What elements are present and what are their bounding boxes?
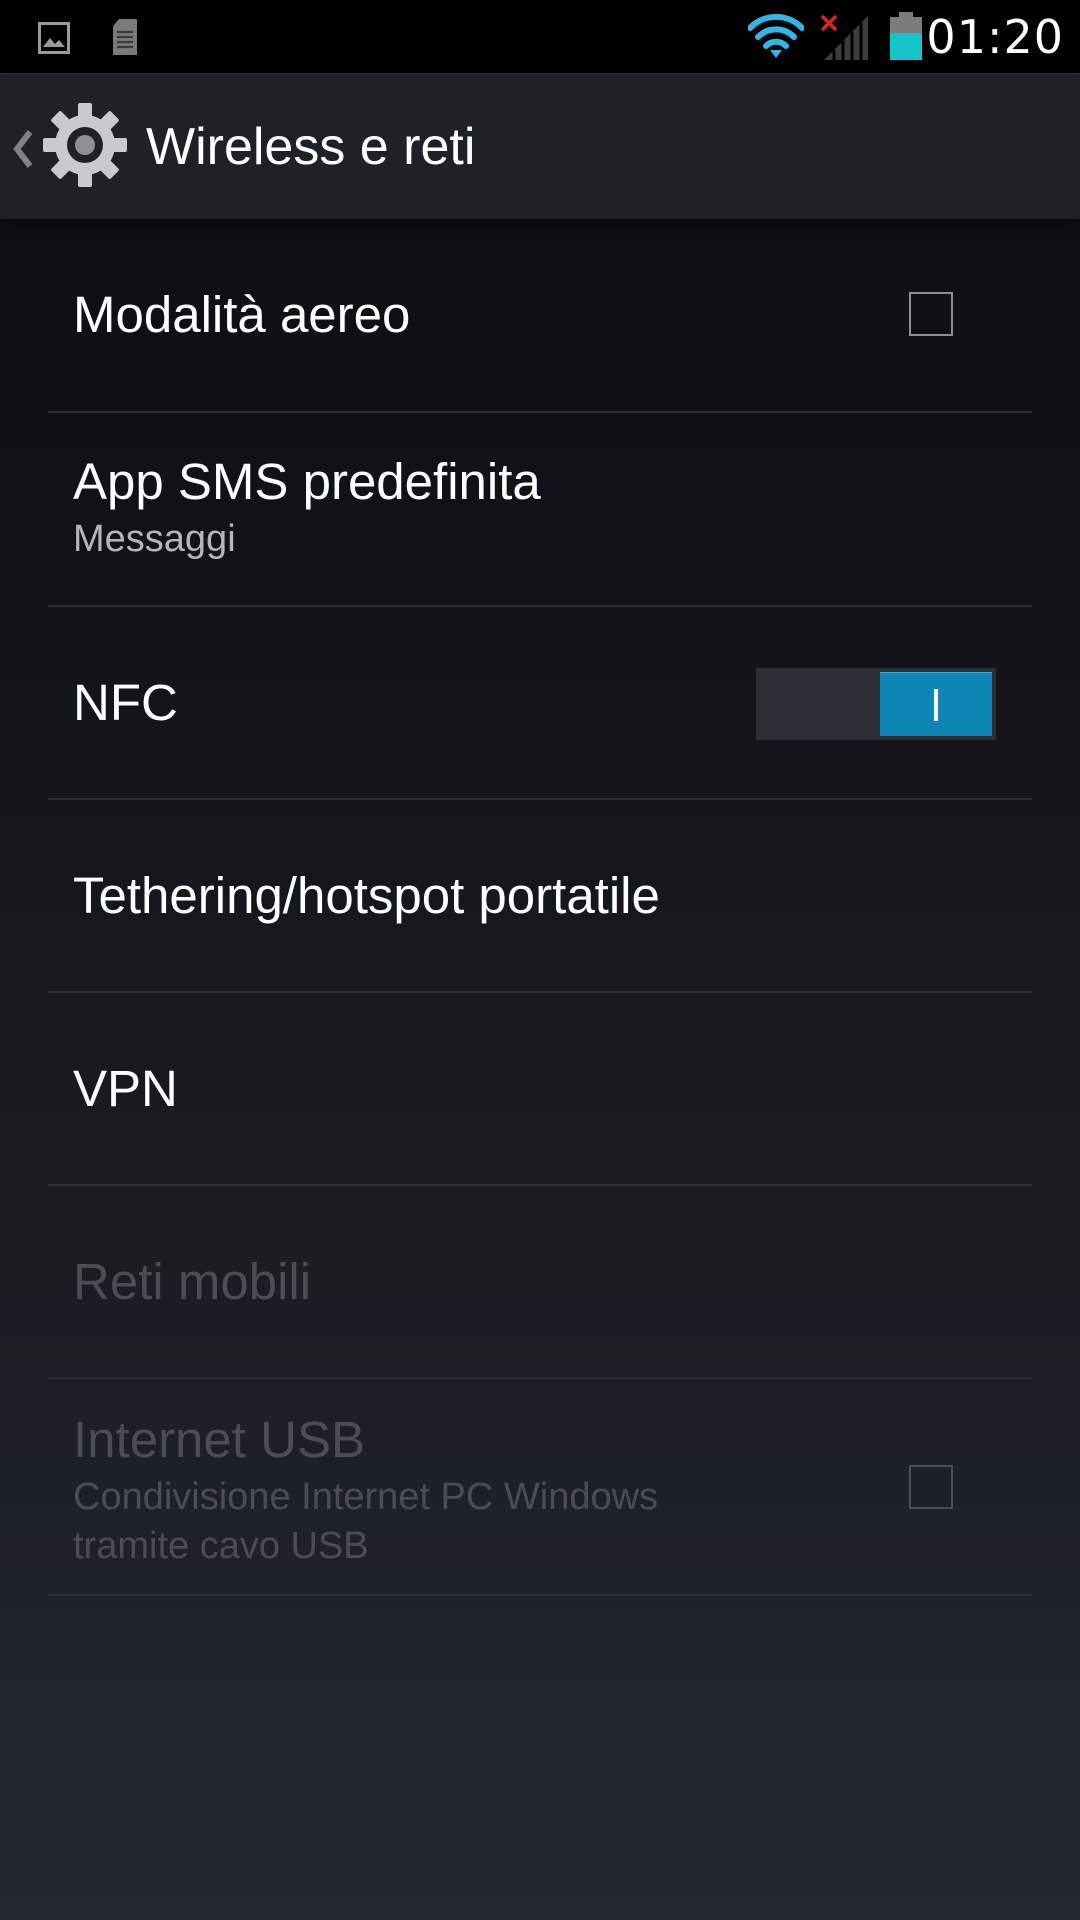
clock-time: 01:20 — [926, 10, 1064, 64]
pref-title: Tethering/hotspot portatile — [73, 867, 660, 924]
pref-usb-internet: Internet USB Condivisione Internet PC Wi… — [0, 1379, 1080, 1596]
pref-airplane-mode[interactable]: Modalità aereo — [0, 219, 1080, 413]
pref-summary: Messaggi — [73, 518, 236, 560]
picture-icon — [38, 22, 70, 54]
settings-gear-icon[interactable] — [40, 100, 130, 190]
pref-mobile-networks: Reti mobili — [0, 1186, 1080, 1379]
pref-summary-line: tramite cavo USB — [73, 1525, 369, 1567]
pref-default-sms-app[interactable]: App SMS predefinita Messaggi — [0, 413, 1080, 607]
switch-thumb[interactable] — [880, 672, 992, 736]
sd-card-icon — [113, 19, 137, 55]
settings-screen: 01:20 Wireless e reti Modalità aereo App… — [0, 0, 1080, 1920]
pref-tethering-hotspot[interactable]: Tethering/hotspot portatile — [0, 800, 1080, 993]
pref-nfc[interactable]: NFC — [0, 607, 1080, 800]
pref-summary-line: Condivisione Internet PC Windows — [73, 1476, 659, 1518]
pref-title: Reti mobili — [73, 1253, 312, 1310]
pref-title: NFC — [73, 674, 178, 731]
wifi-icon — [748, 14, 804, 58]
battery-icon — [890, 12, 922, 60]
status-bar: 01:20 — [0, 0, 1080, 75]
pref-vpn[interactable]: VPN — [0, 993, 1080, 1186]
pref-title: VPN — [73, 1060, 178, 1117]
usb-internet-checkbox — [909, 1465, 953, 1509]
signal-icon — [824, 16, 868, 60]
pref-title: Internet USB — [73, 1411, 365, 1468]
switch-grip-icon — [934, 689, 938, 721]
page-title: Wireless e reti — [146, 118, 476, 176]
pref-title: App SMS predefinita — [73, 453, 541, 510]
action-bar: Wireless e reti — [0, 75, 1080, 219]
airplane-mode-checkbox[interactable] — [909, 292, 953, 336]
nfc-switch[interactable] — [756, 668, 996, 740]
pref-summary: Condivisione Internet PC Windows tramite… — [73, 1473, 658, 1571]
pref-title: Modalità aereo — [73, 286, 411, 343]
chevron-left-icon[interactable] — [10, 129, 36, 169]
preference-list: Modalità aereo App SMS predefinita Messa… — [0, 219, 1080, 1596]
